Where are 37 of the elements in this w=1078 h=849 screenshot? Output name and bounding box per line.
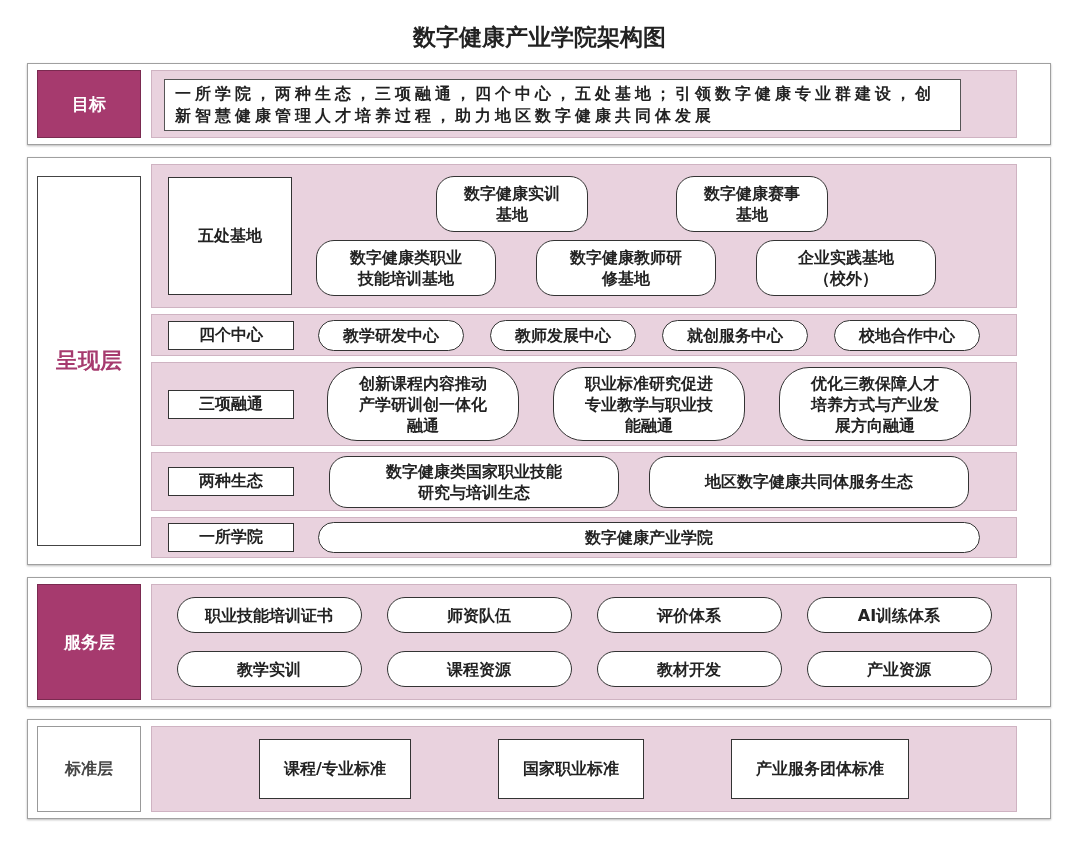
row-label: 四个中心 [168,320,294,350]
item-node: 产业资源 [806,651,992,687]
standard-node: 国家职业标准 [497,739,644,799]
layer-label: 服务层 [37,584,141,700]
item-node: 企业实践基地（校外） [756,240,936,296]
layer-label: 目标 [37,70,141,138]
item-node: 教材开发 [596,651,782,687]
item-node: 数字健康教师研修基地 [536,240,716,296]
item-node: 地区数字健康共同体服务生态 [649,455,969,508]
item-node: 职业技能培训证书 [176,597,362,633]
item-node: 数字健康类职业技能培训基地 [316,240,496,296]
item-node: 教师发展中心 [490,319,636,351]
item-node: 师资队伍 [386,597,572,633]
item-node: 数字健康赛事基地 [676,176,828,232]
item-node: 就创服务中心 [662,319,808,351]
row-label: 一所学院 [168,523,294,552]
standard-node: 产业服务团体标准 [730,739,909,799]
item-node: 数字健康产业学院 [318,522,980,553]
row-label: 三项融通 [168,389,294,419]
goal-text: 一所学院，两种生态，三项融通，四个中心，五处基地；引领数字健康专业群建设，创新智慧健康管理人才培养过程，助力地区数字健康共同体发展 [164,79,961,131]
layer-label: 呈现层 [37,176,141,546]
item-node: 数字健康实训基地 [436,176,588,232]
item-node: 数字健康类国家职业技能研究与培训生态 [329,455,619,508]
item-node: 创新课程内容推动产学研训创一体化融通 [327,367,519,441]
item-node: 评价体系 [596,597,782,633]
standard-node: 课程/专业标准 [259,739,411,799]
row-label: 两种生态 [168,467,294,496]
item-node: 课程资源 [386,651,572,687]
item-node: 教学研发中心 [318,319,464,351]
row-label: 五处基地 [168,177,292,295]
item-node: 优化三教保障人才培养方式与产业发展方向融通 [779,367,971,441]
item-node: 教学实训 [176,651,362,687]
item-node: 职业标准研究促进专业教学与职业技能融通 [553,367,745,441]
item-node: 校地合作中心 [834,319,980,351]
diagram-title: 数字健康产业学院架构图 [412,23,666,52]
layer-label: 标准层 [37,726,141,812]
item-node: AI训练体系 [806,597,992,633]
